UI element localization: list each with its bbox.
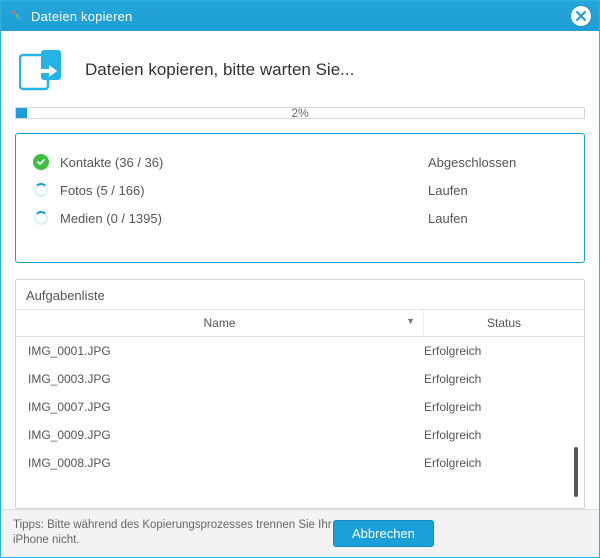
header-message: Dateien kopieren, bitte warten Sie... bbox=[85, 60, 354, 80]
task-status: Erfolgreich bbox=[420, 344, 580, 358]
task-status: Erfolgreich bbox=[420, 372, 580, 386]
dialog-window: Dateien kopieren Dateien kopieren, bitte… bbox=[0, 0, 600, 558]
tasklist-body[interactable]: IMG_0001.JPGErfolgreichIMG_0003.JPGErfol… bbox=[16, 337, 584, 508]
task-row: IMG_0008.JPGErfolgreich bbox=[16, 449, 584, 477]
tasklist-title: Aufgabenliste bbox=[16, 280, 584, 309]
progress-label: 2% bbox=[16, 107, 584, 119]
scrollbar-thumb[interactable] bbox=[574, 447, 578, 497]
task-name: IMG_0008.JPG bbox=[20, 456, 420, 470]
task-name: IMG_0001.JPG bbox=[20, 344, 420, 358]
category-status-box: Kontakte (36 / 36)AbgeschlossenFotos (5 … bbox=[15, 133, 585, 263]
task-row: IMG_0007.JPGErfolgreich bbox=[16, 393, 584, 421]
task-row: IMG_0009.JPGErfolgreich bbox=[16, 421, 584, 449]
task-name: IMG_0003.JPG bbox=[20, 372, 420, 386]
app-icon bbox=[9, 8, 25, 24]
header-row: Dateien kopieren, bitte warten Sie... bbox=[15, 41, 585, 105]
footer-tip: Tipps: Bitte während des Kopierungsproze… bbox=[13, 518, 333, 549]
category-label: Medien (0 / 1395) bbox=[60, 211, 428, 226]
title-bar[interactable]: Dateien kopieren bbox=[1, 1, 599, 31]
category-state: Laufen bbox=[428, 211, 568, 226]
task-status: Erfolgreich bbox=[420, 428, 580, 442]
progress-bar: 2% bbox=[15, 107, 585, 119]
check-circle-icon bbox=[32, 153, 50, 171]
category-state: Abgeschlossen bbox=[428, 155, 568, 170]
task-status: Erfolgreich bbox=[420, 400, 580, 414]
task-name: IMG_0007.JPG bbox=[20, 400, 420, 414]
task-row: IMG_0001.JPGErfolgreich bbox=[16, 337, 584, 365]
category-row: Kontakte (36 / 36)Abgeschlossen bbox=[32, 148, 568, 176]
spinner-icon bbox=[32, 209, 50, 227]
close-button[interactable] bbox=[571, 6, 591, 26]
task-row: IMG_0003.JPGErfolgreich bbox=[16, 365, 584, 393]
task-name: IMG_0009.JPG bbox=[20, 428, 420, 442]
category-row: Fotos (5 / 166)Laufen bbox=[32, 176, 568, 204]
window-title: Dateien kopieren bbox=[31, 9, 571, 24]
category-label: Kontakte (36 / 36) bbox=[60, 155, 428, 170]
tasklist-header: Name ▼ Status bbox=[16, 309, 584, 337]
spinner-icon bbox=[32, 181, 50, 199]
dialog-footer: Tipps: Bitte während des Kopierungsproze… bbox=[1, 509, 599, 557]
task-status: Erfolgreich bbox=[420, 456, 580, 470]
category-row: Medien (0 / 1395)Laufen bbox=[32, 204, 568, 232]
tasklist-panel: Aufgabenliste Name ▼ Status IMG_0001.JPG… bbox=[15, 279, 585, 509]
transfer-devices-icon bbox=[19, 49, 69, 91]
category-label: Fotos (5 / 166) bbox=[60, 183, 428, 198]
sort-indicator-icon: ▼ bbox=[406, 316, 415, 326]
dialog-content: Dateien kopieren, bitte warten Sie... 2%… bbox=[1, 31, 599, 509]
category-state: Laufen bbox=[428, 183, 568, 198]
column-header-name[interactable]: Name ▼ bbox=[16, 310, 424, 336]
cancel-button[interactable]: Abbrechen bbox=[333, 520, 434, 547]
column-header-status[interactable]: Status bbox=[424, 310, 584, 336]
